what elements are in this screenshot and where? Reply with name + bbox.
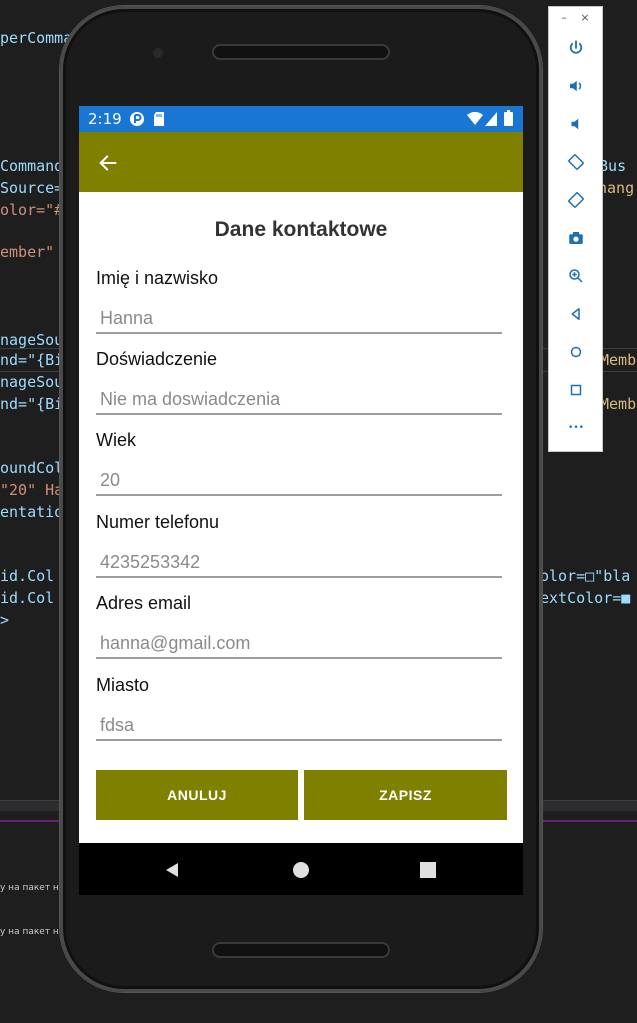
code-line: "20" Ha	[0, 481, 64, 499]
home-icon	[570, 346, 582, 358]
rotate-right-icon	[568, 192, 584, 208]
wifi-icon	[467, 112, 483, 125]
overview-icon	[570, 384, 582, 396]
emulator-toolbar: – × •••	[548, 6, 603, 452]
nav-back-icon	[166, 863, 178, 877]
code-line: Memb	[600, 395, 637, 413]
code-line: olor="#	[0, 201, 64, 219]
navigate-back-button[interactable]	[91, 146, 125, 180]
code-line: >	[0, 611, 10, 629]
navigation-bar	[79, 843, 523, 895]
arrow-back-icon	[99, 155, 117, 171]
page-title: Dane kontaktowe	[214, 218, 388, 241]
phone-screen: 2:19 Dane kontaktowe Imię i nazwisko Doś…	[79, 106, 523, 895]
more-icon: •••	[568, 423, 584, 433]
phone-input[interactable]	[96, 548, 502, 578]
screenshot-button[interactable]	[561, 223, 591, 253]
camera-icon	[569, 232, 583, 244]
rotate-right-button[interactable]	[561, 185, 591, 215]
email-input[interactable]	[96, 629, 502, 659]
volume-down-button[interactable]	[561, 109, 591, 139]
home-button[interactable]	[561, 337, 591, 367]
save-button[interactable]: ZAPISZ	[304, 770, 507, 820]
sd-card-icon	[154, 112, 164, 126]
close-button[interactable]: ×	[580, 11, 589, 24]
age-input[interactable]	[96, 466, 502, 496]
more-button[interactable]: •••	[561, 413, 591, 443]
code-line: perComma	[0, 29, 73, 47]
code-line: Source=	[0, 179, 64, 197]
front-camera	[153, 48, 163, 58]
code-line: entatio	[0, 503, 64, 521]
bottom-speaker	[212, 942, 390, 958]
code-line: Memb	[600, 351, 637, 369]
notification-icon	[130, 112, 144, 126]
name-label: Imię i nazwisko	[96, 268, 219, 288]
power-button[interactable]	[561, 33, 591, 63]
code-line: id.Col	[0, 567, 55, 585]
status-bar: 2:19	[79, 106, 523, 132]
code-line: id.Col	[0, 589, 55, 607]
cancel-button[interactable]: ANULUJ	[96, 770, 298, 820]
output-text: у на пакет на	[0, 927, 65, 937]
volume-down-icon	[571, 118, 579, 130]
output-text: у на пакет на	[0, 883, 65, 893]
city-input[interactable]	[96, 711, 502, 741]
email-label: Adres email	[96, 593, 192, 613]
phone-label: Numer telefonu	[96, 512, 220, 532]
code-line: nd="{Bi	[0, 351, 64, 369]
volume-up-button[interactable]	[561, 71, 591, 101]
age-label: Wiek	[96, 430, 136, 450]
volume-up-icon	[570, 80, 582, 92]
status-time: 2:19	[88, 110, 122, 128]
top-speaker	[212, 44, 390, 60]
nav-home-icon	[293, 862, 309, 878]
nav-overview-button[interactable]	[415, 857, 441, 883]
rotate-left-button[interactable]	[561, 147, 591, 177]
battery-icon	[504, 110, 513, 126]
code-line: Command	[0, 157, 64, 175]
nav-home-button[interactable]	[288, 857, 314, 883]
signal-icon	[485, 112, 497, 126]
name-input[interactable]	[96, 304, 502, 334]
code-line: hang	[598, 179, 635, 197]
back-button[interactable]	[561, 299, 591, 329]
overview-button[interactable]	[561, 375, 591, 405]
app-bar	[79, 132, 523, 192]
code-line: ember"	[0, 243, 55, 261]
experience-label: Doświadczenie	[96, 349, 218, 369]
minimize-button[interactable]: –	[561, 11, 567, 24]
experience-input[interactable]	[96, 385, 502, 415]
code-line: oundCol	[0, 459, 64, 477]
rotate-left-icon	[568, 154, 584, 170]
zoom-icon	[569, 269, 583, 283]
nav-back-button[interactable]	[159, 857, 185, 883]
code-line: extColor=■	[540, 589, 631, 607]
power-icon	[569, 40, 583, 54]
code-line: nageSou	[0, 331, 64, 349]
nav-overview-icon	[420, 862, 436, 878]
code-line: nd="{Bi	[0, 395, 64, 413]
city-label: Miasto	[96, 675, 150, 695]
zoom-button[interactable]	[561, 261, 591, 291]
code-line: olor=□"bla	[540, 567, 631, 585]
back-icon	[571, 308, 580, 320]
code-line: nageSou	[0, 373, 64, 391]
